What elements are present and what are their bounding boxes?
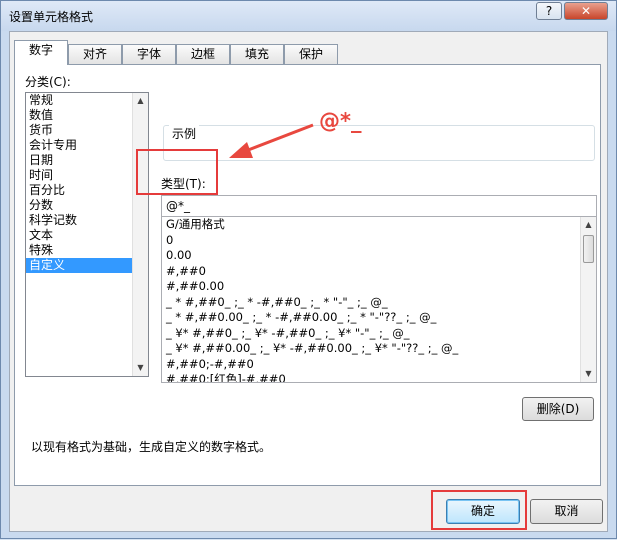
annotation-text: @*_ [319, 109, 362, 133]
tab-number[interactable]: 数字 [14, 40, 68, 65]
annotation-arrow-icon [229, 123, 314, 158]
format-cells-dialog: 设置单元格格式 ? ✕ 数字 对齐 字体 边框 填充 保护 分类(C): 常规 … [0, 0, 617, 539]
